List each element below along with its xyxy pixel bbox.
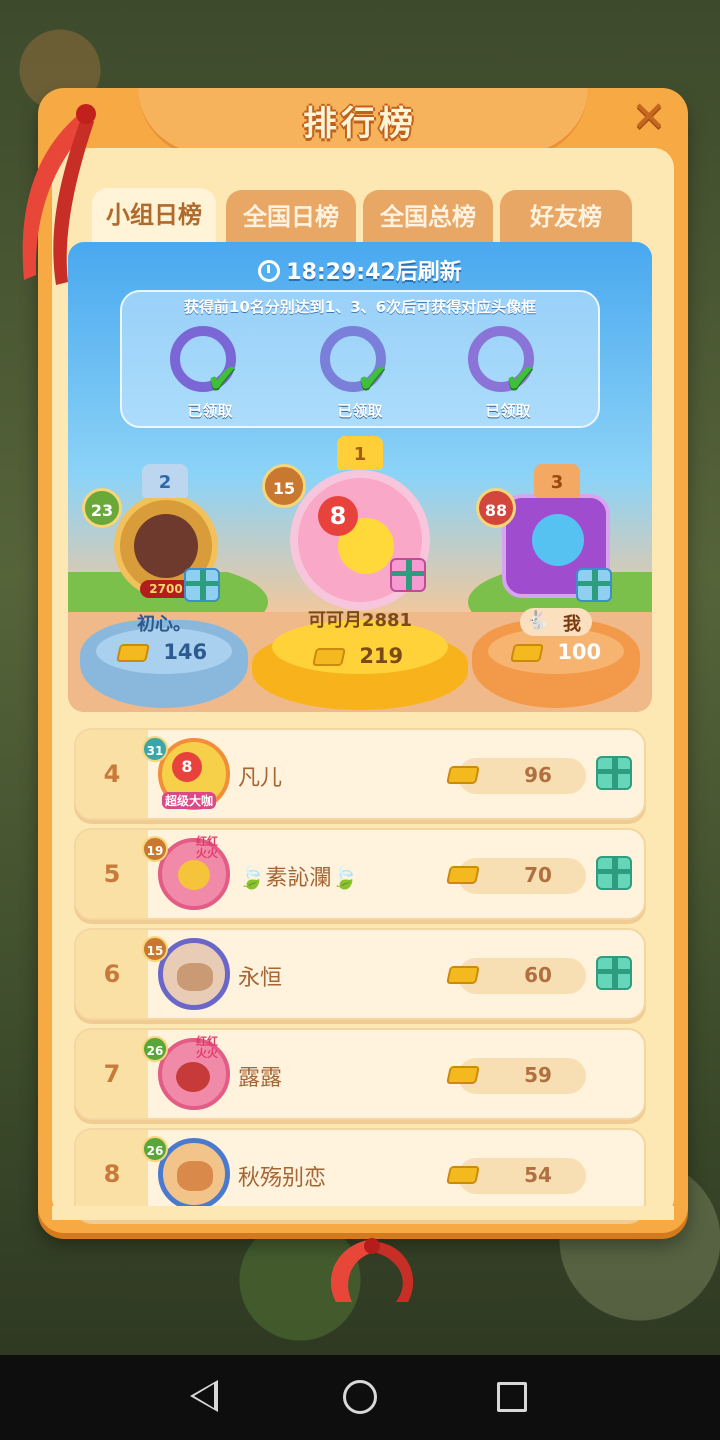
level-badge: 15 (262, 464, 306, 508)
level-badge: 15 (142, 936, 168, 962)
avatar-tag: 红红火火 (196, 835, 218, 860)
score-pill: 96 (446, 758, 586, 794)
avatar-number-badge: 8 (318, 496, 358, 536)
player-name: 永恒 (238, 966, 283, 991)
check-icon: ✔ (206, 356, 240, 402)
check-icon: ✔ (356, 356, 390, 402)
level-badge: 31 (142, 736, 168, 762)
frame-reward-hint: 获得前10名分别达到1、3、6次后可获得对应头像框 (183, 298, 537, 316)
frame-claimed-label: 已领取 (187, 402, 233, 420)
back-icon[interactable] (190, 1380, 218, 1412)
rank-number: 7 (76, 1030, 148, 1118)
list-item[interactable]: 5 红红火火 19 🍃素訫瀾🍃 70 (74, 828, 646, 920)
gold-bar-icon (312, 648, 346, 666)
gift-icon[interactable] (576, 568, 612, 602)
ribbon-knot-decoration (330, 1238, 414, 1302)
player-name: 秋殇别恋 (238, 1166, 327, 1191)
level-badge: 23 (82, 488, 122, 528)
rank-crown-bronze: 3 (534, 464, 580, 498)
tab-national-daily[interactable]: 全国日榜 (226, 190, 356, 246)
podium-second-name: 初心。 (137, 614, 191, 635)
score-pill: 60 (446, 958, 586, 994)
panel-title: 排行榜 (303, 104, 417, 144)
gold-bar-icon (446, 966, 480, 984)
list-item[interactable]: 7 红红火火 26 露露 59 (74, 1028, 646, 1120)
timer-text: 18:29:42后刷新 (286, 260, 462, 285)
podium-first-score: 219 (312, 644, 434, 668)
list-item[interactable]: 6 15 永恒 60 (74, 928, 646, 1020)
frame-reward-3[interactable]: ✔ 已领取 (458, 322, 558, 422)
frame-claimed-label: 已领取 (337, 402, 383, 420)
avatar-tag: 超级大咖 (162, 792, 217, 809)
list-bottom-edge (52, 1206, 674, 1220)
tab-group-daily[interactable]: 小组日榜 (92, 188, 216, 248)
score-pill: 54 (446, 1158, 586, 1194)
podium-second-score: 146 (116, 640, 238, 664)
player-name: 露露 (238, 1066, 283, 1091)
podium-third-score: 100 (510, 640, 632, 664)
list-item[interactable]: 4 8 超级大咖 31 凡儿 96 (74, 728, 646, 820)
gold-bar-icon (446, 1166, 480, 1184)
player-name: 🍃素訫瀾🍃 (238, 866, 359, 891)
avatar-number-badge: 8 (172, 752, 202, 782)
tab-national-total[interactable]: 全国总榜 (363, 190, 493, 246)
avatar-tag: 红红火火 (196, 1035, 218, 1060)
rank-number: 4 (76, 730, 148, 818)
home-icon[interactable] (343, 1380, 377, 1414)
gold-bar-icon (116, 644, 150, 662)
recent-apps-icon[interactable] (497, 1382, 527, 1412)
score-pill: 59 (446, 1058, 586, 1094)
rank-number: 5 (76, 830, 148, 918)
podium-third-name: 我 (563, 614, 581, 635)
level-badge: 19 (142, 836, 168, 862)
refresh-timer: 18:29:42后刷新 (68, 254, 652, 286)
frame-reward-2[interactable]: ✔ 已领取 (310, 322, 410, 422)
gold-bar-icon (446, 766, 480, 784)
podium-first-name: 可可月2881 (307, 610, 413, 631)
avatar[interactable] (158, 938, 230, 1010)
score-pill: 70 (446, 858, 586, 894)
level-badge: 26 (142, 1036, 168, 1062)
rank-number: 6 (76, 930, 148, 1018)
rabbit-icon: 🐇 (526, 610, 549, 631)
player-name: 凡儿 (238, 766, 283, 791)
level-badge: 88 (476, 488, 516, 528)
check-icon: ✔ (504, 356, 538, 402)
gift-icon[interactable] (596, 756, 632, 790)
gold-bar-icon (510, 644, 544, 662)
close-icon[interactable]: ✕ (628, 96, 670, 138)
gift-icon[interactable] (390, 558, 426, 592)
tab-friends[interactable]: 好友榜 (500, 190, 632, 246)
gift-icon[interactable] (596, 956, 632, 990)
level-badge: 26 (142, 1136, 168, 1162)
rank-crown-gold: 1 (337, 436, 383, 470)
avatar[interactable] (158, 1138, 230, 1210)
gift-icon[interactable] (184, 568, 220, 602)
gold-bar-icon (446, 1066, 480, 1084)
rank-crown-silver: 2 (142, 464, 188, 498)
frame-claimed-label: 已领取 (485, 402, 531, 420)
gift-icon[interactable] (596, 856, 632, 890)
gold-bar-icon (446, 866, 480, 884)
rank-number: 8 (76, 1130, 148, 1218)
clock-icon (258, 260, 281, 282)
frame-reward-1[interactable]: ✔ 已领取 (160, 322, 260, 422)
